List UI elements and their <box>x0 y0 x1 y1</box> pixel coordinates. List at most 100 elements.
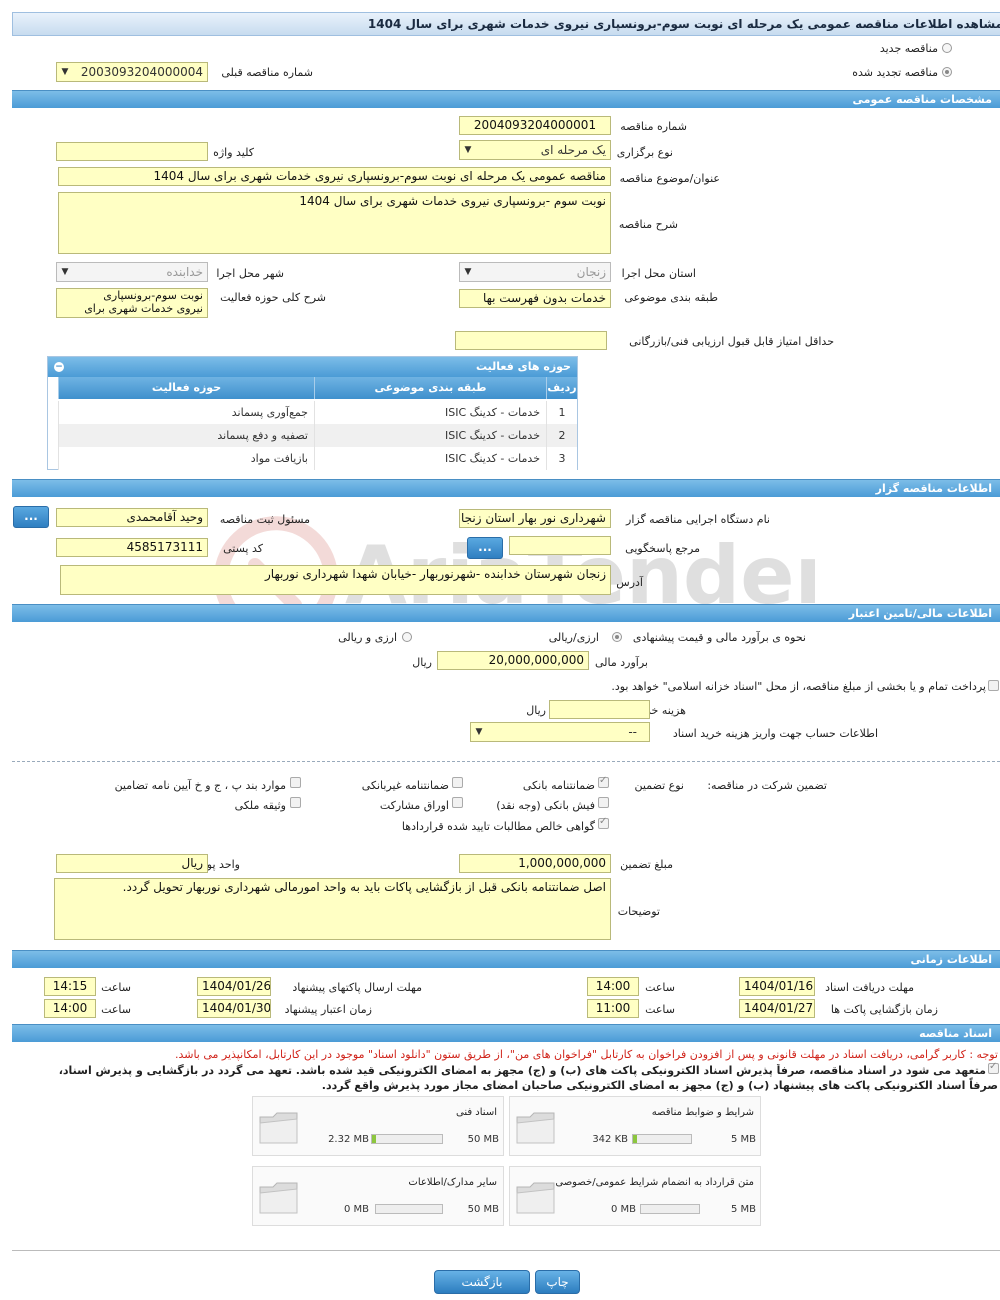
fx-label: ارزی و ریالی <box>338 631 397 644</box>
chevron-down-icon: ▼ <box>475 727 483 737</box>
estimate-field[interactable]: 20,000,000,000 <box>437 651 589 670</box>
doc-cost-unit: ریال <box>526 704 546 717</box>
category-cell: خدمات - کدینگ ISIC <box>314 424 546 447</box>
open-date[interactable]: 1404/01/27 <box>739 999 815 1018</box>
account-select[interactable]: ▼ -- <box>470 722 650 742</box>
property-checkbox[interactable] <box>290 797 301 808</box>
prev-number-select[interactable]: ▼ 2003093204000004 <box>56 62 208 82</box>
new-tender-radio[interactable] <box>942 43 952 53</box>
open-time-label: ساعت <box>645 1003 675 1016</box>
validity-time[interactable]: 14:00 <box>44 999 96 1018</box>
number-field[interactable]: 2004093204000001 <box>459 116 611 135</box>
category-field[interactable]: خدمات بدون فهرست بها <box>459 289 611 308</box>
desc-textarea[interactable]: نوبت سوم -برونسپاری نیروی خدمات شهری برا… <box>58 192 611 254</box>
doc-box-technical[interactable]: اسناد فنی 50 MB 2.32 MB <box>252 1096 504 1156</box>
address-field[interactable]: زنجان شهرستان خدابنده -شهرنوربهار -خیابا… <box>60 565 611 595</box>
scope-label: شرح کلی حوزه فعالیت <box>220 291 326 304</box>
cert-label: گواهی خالص مطالبات تایید شده قراردادها <box>401 820 595 833</box>
validity-label: زمان اعتبار پیشنهاد <box>284 1003 372 1016</box>
org-field[interactable]: شهرداری نور بهار استان زنجان <box>459 509 611 528</box>
province-select[interactable]: ▼ زنجان <box>459 262 611 282</box>
property-label: وثیقه ملکی <box>234 799 286 812</box>
doc-deadline-time-label: ساعت <box>645 981 675 994</box>
ref-lookup-button[interactable]: ... <box>467 537 503 559</box>
doc-box-conditions[interactable]: شرایط و ضوابط مناقصه 5 MB 342 KB <box>509 1096 761 1156</box>
collapse-icon[interactable]: − <box>54 362 64 372</box>
validity-date[interactable]: 1404/01/30 <box>197 999 271 1018</box>
chevron-down-icon: ▼ <box>464 145 472 155</box>
bank-guarantee-checkbox[interactable] <box>598 775 609 788</box>
doc-box-other[interactable]: سایر مدارک/اطلاعات 50 MB 0 MB <box>252 1166 504 1226</box>
activity-table: حوزه های فعالیت − حوزه فعالیت طبقه بندی … <box>47 356 578 470</box>
commit-checkbox[interactable] <box>988 1061 999 1074</box>
renewed-tender-label: مناقصه تجدید شده <box>852 66 938 79</box>
section-finance: اطلاعات مالی/تامین اعتبار <box>12 604 1000 622</box>
section-timing: اطلاعات زمانی <box>12 950 1000 968</box>
section-organizer: اطلاعات مناقصه گزار <box>12 479 1000 497</box>
folder-icon <box>516 1182 555 1214</box>
page-title: مشاهده اطلاعات مناقصه عمومی یک مرحله ای … <box>12 12 1000 36</box>
org-label: نام دستگاه اجرایی مناقصه گزار <box>626 513 770 526</box>
folder-icon <box>259 1182 298 1214</box>
type-select[interactable]: ▼ یک مرحله ای <box>459 140 611 160</box>
desc-label: شرح مناقصه <box>618 218 678 231</box>
cert-checkbox[interactable] <box>598 816 609 829</box>
treasury-checkbox[interactable] <box>988 680 999 691</box>
keyword-field[interactable] <box>56 142 208 161</box>
amount-field[interactable]: 1,000,000,000 <box>459 854 611 873</box>
notes-label: توضیحات <box>617 905 660 918</box>
area-cell: جمع‌آوری پسماند <box>58 401 314 424</box>
city-select[interactable]: ▼ خدابنده <box>56 262 208 282</box>
commit-text-2: صرفاً اسناد الکترونیکی پاکت های پیشنهاد … <box>321 1079 998 1092</box>
fx-radio[interactable] <box>402 632 412 642</box>
doc-deadline-time[interactable]: 14:00 <box>587 977 639 996</box>
postal-field[interactable]: 4585173111 <box>56 538 208 557</box>
open-label: زمان بازگشایی پاکت ها <box>830 1003 938 1016</box>
activity-header: حوزه های فعالیت <box>48 357 577 377</box>
section-docs: اسناد مناقصه <box>12 1024 1000 1042</box>
responsible-label: مسئول ثبت مناقصه <box>219 513 310 526</box>
scope-textarea[interactable]: نوبت سوم-برونسپاری نیروی خدمات شهری برای <box>56 288 208 318</box>
responsible-lookup-button[interactable]: ... <box>13 506 49 528</box>
doc-cost-field[interactable] <box>549 700 650 719</box>
docs-note: توجه : کاربر گرامی، دریافت اسناد در مهلت… <box>174 1048 998 1061</box>
send-deadline-date[interactable]: 1404/01/26 <box>197 977 271 996</box>
col-row[interactable]: ردیف <box>546 377 577 399</box>
amount-label: مبلغ تضمین <box>620 858 673 871</box>
divider <box>12 761 1000 762</box>
rial-radio[interactable] <box>612 632 622 642</box>
clauses-checkbox[interactable] <box>290 777 301 788</box>
col-area[interactable]: حوزه فعالیت <box>58 377 314 399</box>
bonds-checkbox[interactable] <box>452 797 463 808</box>
category-cell: خدمات - کدینگ ISIC <box>314 401 546 424</box>
new-tender-label: مناقصه جدید <box>879 42 938 55</box>
address-label: آدرس <box>616 576 643 589</box>
renewed-tender-radio[interactable] <box>942 67 952 77</box>
keyword-label: کلید واژه <box>213 146 254 159</box>
send-deadline-time[interactable]: 14:15 <box>44 977 96 996</box>
area-cell: بازیافت مواد <box>58 447 314 470</box>
notes-textarea[interactable]: اصل ضمانتنامه بانکی قبل از بازگشایی پاکا… <box>54 878 611 940</box>
nonbank-guarantee-checkbox[interactable] <box>452 777 463 788</box>
open-time[interactable]: 11:00 <box>587 999 639 1018</box>
commit-text-1: متعهد می شود در اسناد مناقصه، صرفاً پذیر… <box>58 1064 986 1077</box>
subject-field[interactable]: مناقصه عمومی یک مرحله ای نوبت سوم-برونسپ… <box>58 167 611 186</box>
ref-field[interactable] <box>509 536 611 555</box>
responsible-field[interactable]: وحید آقامحمدی <box>56 508 208 527</box>
back-button[interactable]: بازگشت <box>434 1270 530 1294</box>
doc-deadline-date[interactable]: 1404/01/16 <box>739 977 815 996</box>
area-cell: تصفیه و دفع پسماند <box>58 424 314 447</box>
estimate-unit: ریال <box>412 656 432 669</box>
province-label: استان محل اجرا <box>621 267 696 280</box>
doc-box-contract[interactable]: متن قرارداد به انضمام شرایط عمومی/خصوصی … <box>509 1166 761 1226</box>
prev-number-label: شماره مناقصه قبلی <box>221 66 313 79</box>
bank-receipt-checkbox[interactable] <box>598 797 609 808</box>
col-category[interactable]: طبقه بندی موضوعی <box>314 377 546 399</box>
row-number-cell: 1 <box>546 401 577 424</box>
usage-bar <box>632 1134 692 1144</box>
currency-field[interactable]: ریال <box>56 854 208 873</box>
print-button[interactable]: چاپ <box>535 1270 580 1294</box>
min-score-field[interactable] <box>455 331 607 350</box>
postal-label: کد پستی <box>223 542 263 555</box>
clauses-label: موارد بند پ ، ج و خ آیین نامه تضامین <box>114 779 286 792</box>
